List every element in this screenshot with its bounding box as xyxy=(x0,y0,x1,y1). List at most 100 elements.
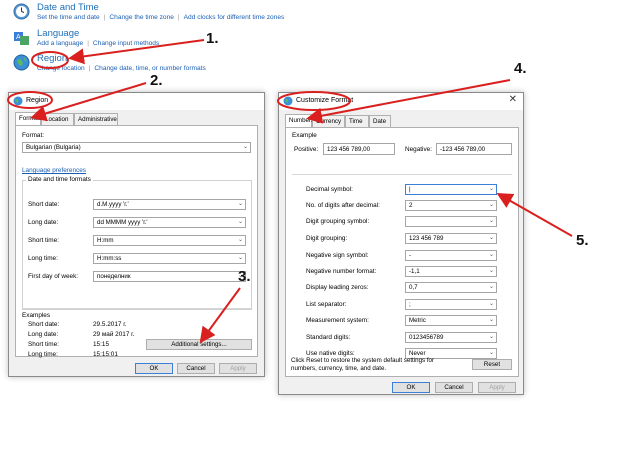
tab-formats[interactable]: Formats xyxy=(15,112,42,125)
annotation-3: 3. xyxy=(238,268,251,285)
format-value: Bulgarian (Bulgaria) xyxy=(26,144,81,151)
example-long-date-label: Long date: xyxy=(28,331,59,338)
add-language-link[interactable]: Add a language xyxy=(37,40,83,47)
close-icon[interactable]: ✕ xyxy=(509,94,517,105)
chevron-down-icon: ⌄ xyxy=(237,201,243,207)
negative-example: -123 456 789,00 xyxy=(436,143,512,155)
set-time-date-link[interactable]: Set the time and date xyxy=(37,14,100,21)
negative-sign-label: Negative sign symbol: xyxy=(306,252,369,259)
cancel-button[interactable]: Cancel xyxy=(177,363,215,374)
example-short-time-value: 15:15 xyxy=(93,341,109,348)
chevron-down-icon: ⌄ xyxy=(488,186,494,192)
standard-digits-select[interactable]: 0123456789 ⌄ xyxy=(405,332,497,343)
example-long-date-value: 29 май 2017 г. xyxy=(93,331,135,338)
example-long-time-label: Long time: xyxy=(28,351,58,358)
chevron-down-icon: ⌄ xyxy=(488,218,494,224)
change-time-zone-link[interactable]: Change the time zone xyxy=(109,14,174,21)
chevron-down-icon: ⌄ xyxy=(488,268,494,274)
change-location-link[interactable]: Change location xyxy=(37,65,85,72)
numbers-panel: Example Positive: 123 456 789,00 Negativ… xyxy=(285,127,519,377)
tab-administrative[interactable]: Administrative xyxy=(74,113,118,125)
negative-sign-value: - xyxy=(409,252,412,259)
measurement-system-value: Metric xyxy=(409,317,426,324)
ok-button[interactable]: OK xyxy=(392,382,430,393)
customize-tabs: Numbers Currency Time Date xyxy=(285,114,515,127)
globe-icon xyxy=(13,96,23,106)
group-title: Date and time formats xyxy=(26,176,93,183)
digits-after-decimal-select[interactable]: 2 ⌄ xyxy=(405,200,497,211)
decimal-symbol-label: Decimal symbol: xyxy=(306,186,353,193)
chevron-down-icon: ⌄ xyxy=(237,219,243,225)
first-day-label: First day of week: xyxy=(28,273,79,280)
add-clocks-link[interactable]: Add clocks for different time zones xyxy=(184,14,285,21)
tab-time[interactable]: Time xyxy=(345,115,369,127)
positive-example: 123 456 789,00 xyxy=(323,143,395,155)
reset-note: Click Reset to restore the system defaul… xyxy=(291,357,435,372)
long-time-value: H:mm:ss xyxy=(97,255,122,262)
short-time-value: H:mm xyxy=(97,237,114,244)
apply-button[interactable]: Apply xyxy=(478,382,516,393)
formats-panel: Format: Bulgarian (Bulgaria) ⌄ Language … xyxy=(15,125,258,358)
leading-zeros-value: 0,7 xyxy=(409,284,418,291)
first-day-select[interactable]: понеделник ⌄ xyxy=(93,271,246,282)
chevron-down-icon: ⌄ xyxy=(237,237,243,243)
negative-sign-select[interactable]: - ⌄ xyxy=(405,250,497,261)
annotation-5: 5. xyxy=(576,232,589,249)
ok-button[interactable]: OK xyxy=(135,363,173,374)
negative-number-format-label: Negative number format: xyxy=(306,268,377,275)
annotation-2: 2. xyxy=(150,72,163,89)
short-date-label: Short date: xyxy=(28,201,60,208)
chevron-down-icon: ⌄ xyxy=(488,235,494,241)
language-title[interactable]: Language xyxy=(37,28,79,39)
leading-zeros-select[interactable]: 0,7 ⌄ xyxy=(405,282,497,293)
short-time-select[interactable]: H:mm ⌄ xyxy=(93,235,246,246)
clock-icon xyxy=(13,3,30,20)
leading-zeros-label: Display leading zeros: xyxy=(306,284,369,291)
annotation-1: 1. xyxy=(206,30,219,47)
negative-label: Negative: xyxy=(405,146,432,153)
apply-button[interactable]: Apply xyxy=(219,363,257,374)
additional-settings-button[interactable]: Additional settings... xyxy=(146,339,252,350)
region-dialog: Region Formats Location Administrative F… xyxy=(8,92,265,377)
globe-icon xyxy=(13,54,30,71)
positive-label: Positive: xyxy=(294,146,319,153)
tab-date[interactable]: Date xyxy=(369,115,391,127)
native-digits-value: Never xyxy=(409,350,426,357)
chevron-down-icon: ⌄ xyxy=(242,144,248,150)
chevron-down-icon: ⌄ xyxy=(488,252,494,258)
long-date-label: Long date: xyxy=(28,219,59,226)
format-select[interactable]: Bulgarian (Bulgaria) ⌄ xyxy=(22,142,251,153)
negative-number-format-value: -1,1 xyxy=(409,268,420,275)
tab-currency[interactable]: Currency xyxy=(312,115,345,127)
example-short-date-label: Short date: xyxy=(28,321,60,328)
tab-numbers[interactable]: Numbers xyxy=(285,114,314,127)
reset-button[interactable]: Reset xyxy=(472,359,512,370)
change-input-methods-link[interactable]: Change input methods xyxy=(93,40,159,47)
tab-location[interactable]: Location xyxy=(41,113,74,125)
chevron-down-icon: ⌄ xyxy=(237,255,243,261)
examples-title: Examples xyxy=(22,312,51,319)
change-formats-link[interactable]: Change date, time, or number formats xyxy=(94,65,205,72)
language-preferences-link[interactable]: Language preferences xyxy=(22,167,86,174)
region-tabs: Formats Location Administrative xyxy=(15,112,255,125)
example-divider xyxy=(292,174,512,175)
decimal-symbol-select[interactable]: | ⌄ xyxy=(405,184,497,195)
example-short-date-value: 29.5.2017 г. xyxy=(93,321,127,328)
decimal-symbol-value: | xyxy=(409,186,411,193)
long-date-select[interactable]: dd MMMM yyyy 'г.' ⌄ xyxy=(93,217,246,228)
list-separator-select[interactable]: ; ⌄ xyxy=(405,299,497,310)
example-long-time-value: 15:15:01 xyxy=(93,351,118,358)
long-time-select[interactable]: H:mm:ss ⌄ xyxy=(93,253,246,264)
date-time-title[interactable]: Date and Time xyxy=(37,2,99,13)
chevron-down-icon: ⌄ xyxy=(488,317,494,323)
digit-grouping-select[interactable]: 123 456 789 ⌄ xyxy=(405,233,497,244)
negative-number-format-select[interactable]: -1,1 ⌄ xyxy=(405,266,497,277)
short-date-select[interactable]: d.M.yyyy 'г.' ⌄ xyxy=(93,199,246,210)
digit-grouping-symbol-select[interactable]: ⌄ xyxy=(405,216,497,227)
cancel-button[interactable]: Cancel xyxy=(435,382,473,393)
digit-grouping-value: 123 456 789 xyxy=(409,235,444,242)
language-links: Add a language | Change input methods xyxy=(37,40,160,47)
region-title[interactable]: Region xyxy=(37,53,67,64)
measurement-system-select[interactable]: Metric ⌄ xyxy=(405,315,497,326)
digit-grouping-label: Digit grouping: xyxy=(306,235,348,242)
